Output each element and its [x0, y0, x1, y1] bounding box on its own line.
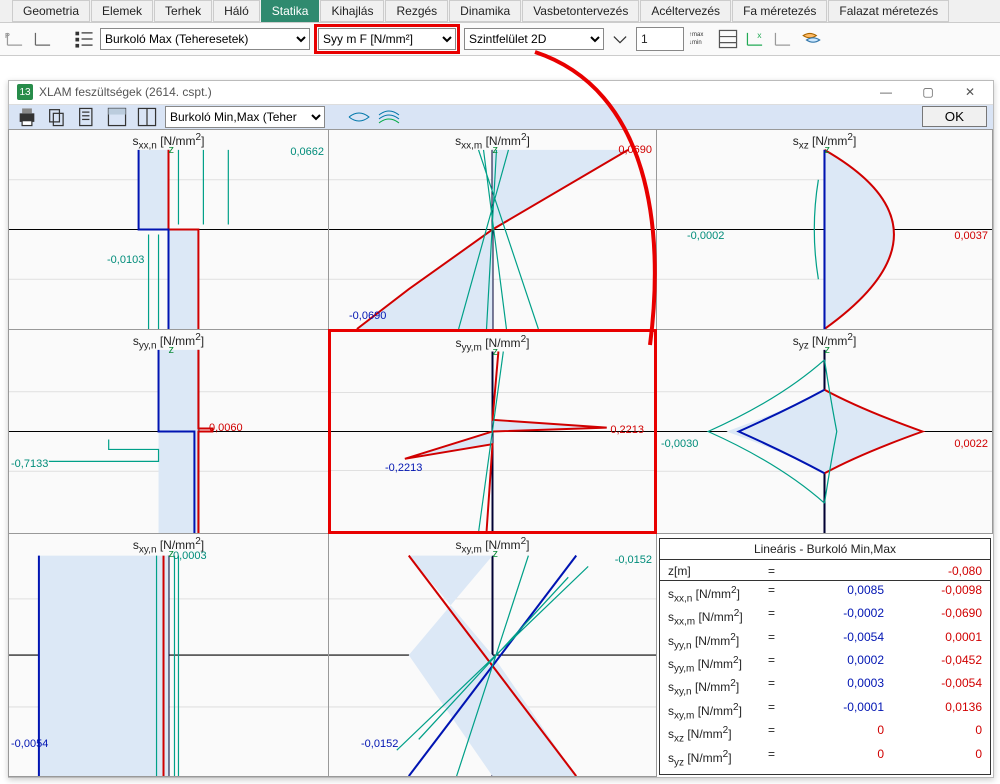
results-head-val: -0,080 [884, 564, 982, 578]
report-icon[interactable] [75, 105, 99, 129]
layout-1-icon[interactable] [105, 105, 129, 129]
chart-cell-7[interactable]: sxy,m [N/mm2]z -0,0152-0,0152 [328, 533, 657, 777]
window-title: XLAM feszültségek (2614. cspt.) [39, 85, 212, 99]
main-tab-statika[interactable]: Statika [261, 0, 320, 22]
step-spinner[interactable]: 1 [636, 27, 684, 51]
app-green-icon: 13 [17, 84, 33, 100]
results-title: Lineáris - Burkoló Min,Max [660, 539, 990, 560]
chart-value-label: -0,0690 [349, 310, 386, 322]
z-axis-label: z [493, 144, 499, 156]
chart-cell-2[interactable]: sxz [N/mm2]z 0,0037-0,0002 [656, 129, 993, 330]
z-axis-label: z [169, 344, 175, 356]
chart-value-label: 0,0690 [618, 144, 652, 156]
z-axis-label: z [493, 346, 499, 358]
chart-cell-0[interactable]: sxx,n [N/mm2]z 0,0662-0,0103 [8, 129, 329, 330]
chart-value-label: 0,0662 [290, 146, 324, 158]
print-icon[interactable] [15, 105, 39, 129]
main-tab-rezgés[interactable]: Rezgés [385, 0, 448, 22]
chart-value-label: 0,0003 [173, 550, 207, 562]
envelope-select[interactable]: Burkoló Max (Teheresetek) [100, 28, 310, 50]
chart-value-label: -0,7133 [11, 458, 48, 470]
svg-text:↑max: ↑max [689, 32, 703, 38]
results-box: Lineáris - Burkoló Min,Max z[m] = -0,080… [659, 538, 991, 775]
chart-value-label: -0,0054 [11, 738, 48, 750]
result-type-select[interactable]: Syy m F [N/mm²] [318, 28, 456, 50]
chart-value-label: -0,2213 [385, 462, 422, 474]
z-axis-label: z [825, 144, 831, 156]
chart-value-label: -0,0002 [687, 230, 724, 242]
result-select-highlight: Syy m F [N/mm²] [314, 24, 460, 54]
chart-p-icon[interactable] [772, 27, 796, 51]
results-head-z: z[m] [668, 564, 768, 578]
main-tab-vasbetontervezés[interactable]: Vasbetontervezés [522, 0, 639, 22]
view-mode-2-icon[interactable] [377, 105, 401, 129]
chart-cell-1[interactable]: sxx,m [N/mm2]z 0,0690-0,0690 [328, 129, 657, 330]
results-row: sxx,m [N/mm2] = -0,0002 -0,0690 [668, 606, 982, 629]
z-axis-label: z [169, 144, 175, 156]
axis-p-icon[interactable]: P [4, 27, 28, 51]
chart-value-label: -0,0152 [361, 738, 398, 750]
max-min-icon[interactable]: ↑max ↓min [688, 27, 712, 51]
view-mode-1-icon[interactable] [347, 105, 371, 129]
main-tab-elemek[interactable]: Elemek [91, 0, 153, 22]
display-mode-select[interactable]: Szintfelület 2D [464, 28, 604, 50]
chart-value-label: -0,0152 [615, 554, 652, 566]
chart-value-label: 0,0022 [954, 438, 988, 450]
sheets-icon[interactable] [800, 27, 824, 51]
chart-cell-6[interactable]: sxy,n [N/mm2]z 0,0003-0,0054 [8, 533, 329, 777]
copy-icon[interactable] [45, 105, 69, 129]
panel-toolbar: Burkoló Min,Max (Teher OK [9, 105, 993, 130]
minimize-button[interactable]: — [867, 81, 905, 103]
main-toolbar: P Burkoló Max (Teheresetek) Syy m F [N/m… [0, 23, 1000, 56]
main-tab-falazat méretezés[interactable]: Falazat méretezés [828, 0, 949, 22]
results-row: syy,n [N/mm2] = -0,0054 0,0001 [668, 630, 982, 653]
ok-button[interactable]: OK [922, 106, 987, 127]
chart-value-label: -0,0030 [661, 438, 698, 450]
main-tab-háló[interactable]: Háló [213, 0, 260, 22]
main-tab-fa méretezés[interactable]: Fa méretezés [732, 0, 827, 22]
chart-cell-3[interactable]: syy,n [N/mm2]z 0,0060-0,7133 [8, 329, 329, 534]
z-axis-label: z [825, 344, 831, 356]
chart-value-label: 0,0037 [954, 230, 988, 242]
chart-cell-4[interactable]: syy,m [N/mm2]z 0,2213-0,2213 [328, 329, 657, 534]
chart-value-label: 0,0060 [209, 422, 243, 434]
main-tab-terhek[interactable]: Terhek [154, 0, 212, 22]
main-tab-geometria[interactable]: Geometria [12, 0, 90, 22]
main-tab-kihajlás[interactable]: Kihajlás [320, 0, 384, 22]
close-button[interactable]: ✕ [951, 81, 989, 103]
results-row: sxz [N/mm2] = 0 0 [668, 723, 982, 746]
axis-icon[interactable] [32, 27, 56, 51]
chart-x-icon[interactable]: x [744, 27, 768, 51]
main-tab-acéltervezés[interactable]: Acéltervezés [640, 0, 731, 22]
chart-cell-5[interactable]: syz [N/mm2]z 0,0022-0,0030 [656, 329, 993, 534]
xlam-stress-window: 13 XLAM feszültségek (2614. cspt.) — ▢ ✕… [8, 80, 994, 778]
z-axis-label: z [493, 548, 499, 560]
charts-grid: sxx,n [N/mm2]z 0,0662-0,0103sxx,m [N/mm2… [9, 130, 993, 777]
dropdown-toggle-icon[interactable] [608, 27, 632, 51]
main-menu-tabs: GeometriaElemekTerhekHálóStatikaKihajlás… [0, 0, 1000, 23]
panel-envelope-select[interactable]: Burkoló Min,Max (Teher [165, 106, 325, 128]
results-row: sxy,m [N/mm2] = -0,0001 0,0136 [668, 700, 982, 723]
svg-text:x: x [757, 30, 762, 40]
main-tab-dinamika[interactable]: Dinamika [449, 0, 521, 22]
results-row: syy,m [N/mm2] = 0,0002 -0,0452 [668, 653, 982, 676]
layout-2-icon[interactable] [135, 105, 159, 129]
svg-text:↓min: ↓min [689, 40, 702, 46]
table-view-icon[interactable] [716, 27, 740, 51]
results-row: sxx,n [N/mm2] = 0,0085 -0,0098 [668, 583, 982, 606]
list-icon[interactable] [72, 27, 96, 51]
chart-value-label: -0,0103 [107, 254, 144, 266]
results-row: syz [N/mm2] = 0 0 [668, 747, 982, 770]
results-head: z[m] = -0,080 [660, 560, 990, 581]
chart-value-label: 0,2213 [610, 424, 644, 436]
maximize-button[interactable]: ▢ [909, 81, 947, 103]
window-titlebar: 13 XLAM feszültségek (2614. cspt.) — ▢ ✕ [9, 81, 993, 105]
results-row: sxy,n [N/mm2] = 0,0003 -0,0054 [668, 676, 982, 699]
